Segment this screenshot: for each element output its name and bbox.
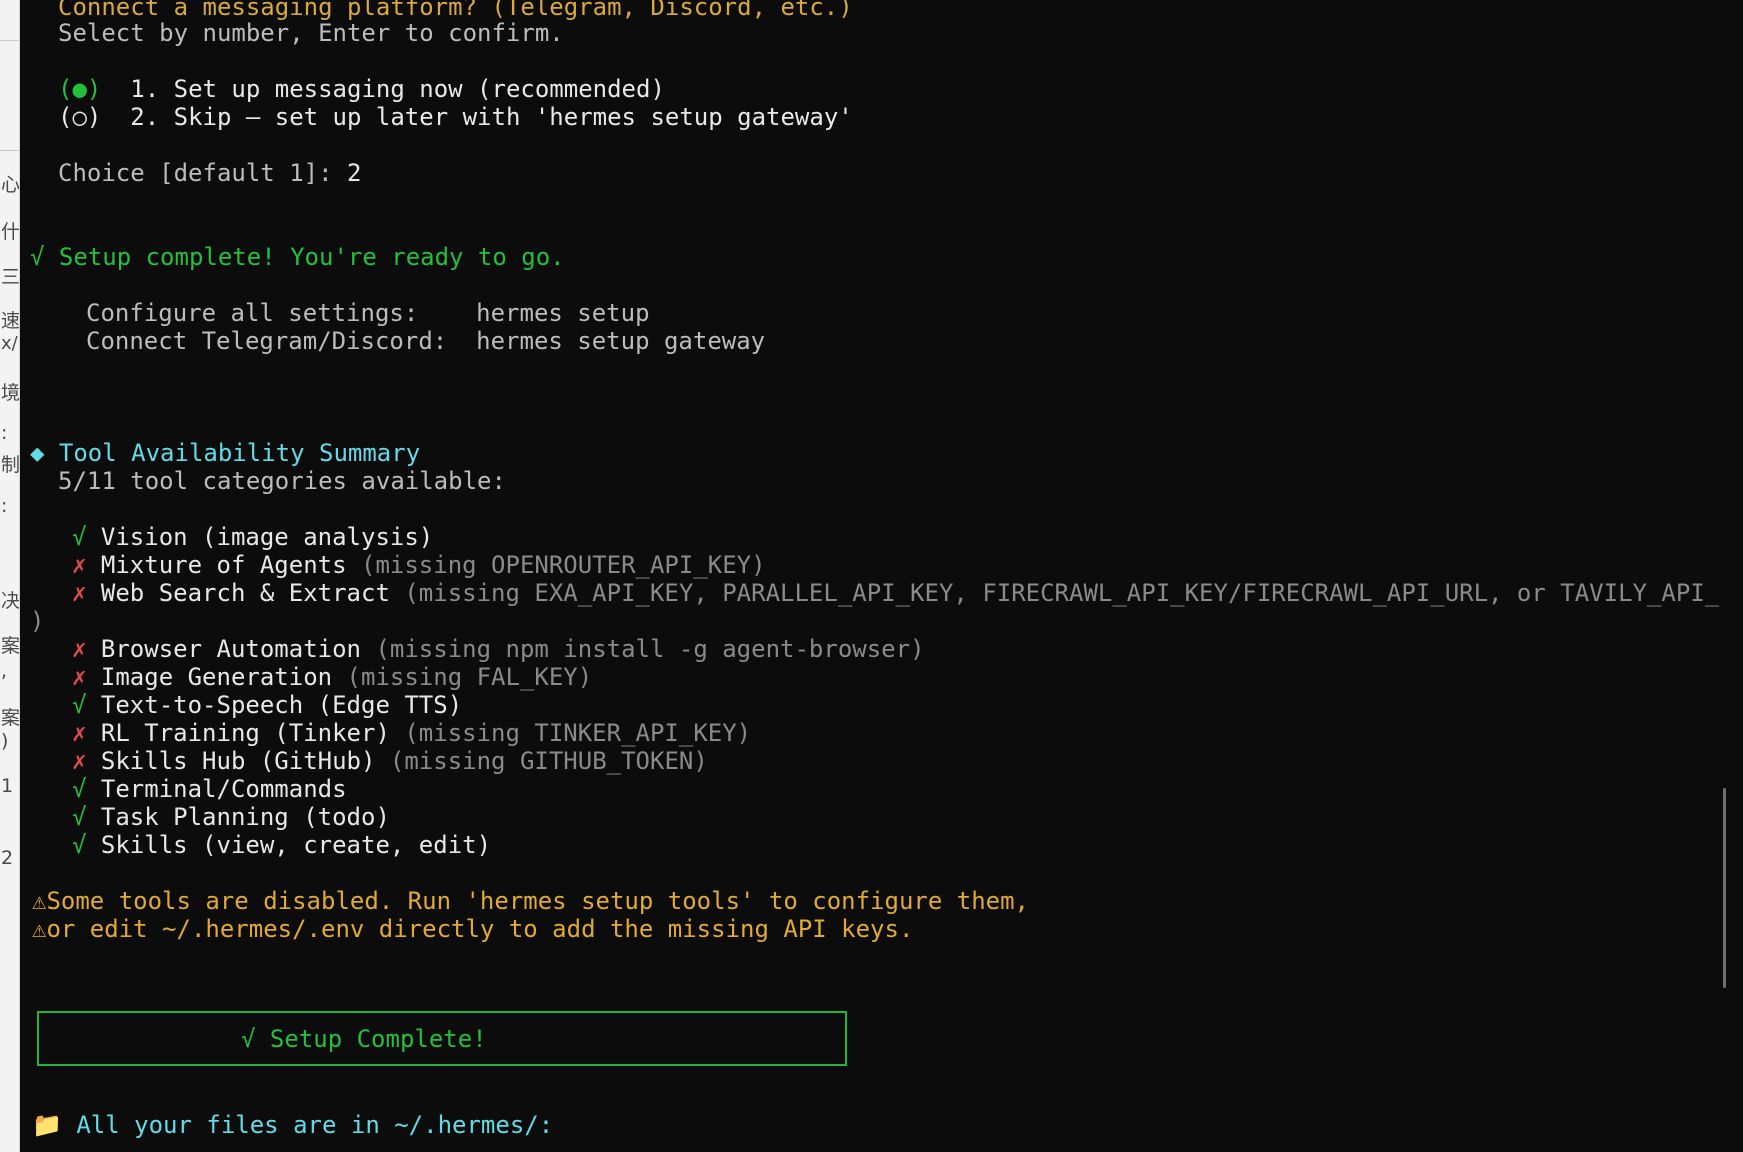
tool-row: √ Terminal/Commands <box>72 775 347 803</box>
warning-text: Some tools are disabled. Run 'hermes set… <box>46 887 1029 915</box>
tool-name: Terminal/Commands <box>100 775 347 803</box>
check-icon: √ <box>72 831 87 859</box>
check-icon: √ <box>72 775 87 803</box>
sidebar-glyph: 1 <box>1 775 14 797</box>
check-icon: √ <box>72 691 87 719</box>
option-1[interactable]: (●) 1. Set up messaging now (recommended… <box>58 75 665 103</box>
diamond-icon: ◆ <box>30 439 45 467</box>
cross-icon: ✗ <box>72 663 87 691</box>
warning-text: or edit ~/.hermes/.env directly to add t… <box>46 915 914 943</box>
tool-row: ✗ Mixture of Agents (missing OPENROUTER_… <box>72 551 766 579</box>
setup-complete-message: Setup complete! You're ready to go. <box>58 243 565 271</box>
check-icon: √ <box>72 523 87 551</box>
tool-note: (missing EXA_API_KEY, PARALLEL_API_KEY, … <box>404 579 1731 607</box>
tool-name: Skills (view, create, edit) <box>100 831 492 859</box>
scrollbar-thumb[interactable] <box>1723 788 1726 988</box>
tool-row: √ Vision (image analysis) <box>72 523 433 551</box>
tool-name: Vision (image analysis) <box>100 523 434 551</box>
scrollbar[interactable] <box>1719 0 1731 1152</box>
settings-command: hermes setup gateway <box>476 327 766 355</box>
radio-unselected-icon: (○) <box>58 103 102 131</box>
settings-command: hermes setup <box>476 299 650 327</box>
settings-row: Configure all settings: hermes setup <box>86 299 650 327</box>
check-icon: √ <box>30 243 45 271</box>
choice-input[interactable]: 2 <box>347 159 361 187</box>
files-text: All your files are in ~/.hermes/: <box>76 1111 554 1139</box>
option-2-label: 2. Skip — set up later with 'hermes setu… <box>130 103 853 131</box>
tool-name: Browser Automation <box>100 635 361 663</box>
summary-heading: ◆ Tool Availability Summary <box>30 439 420 467</box>
tool-name: RL Training (Tinker) <box>100 719 390 747</box>
cross-icon: ✗ <box>72 579 87 607</box>
radio-selected-icon: (●) <box>58 75 102 103</box>
warning-icon: ⚠ <box>32 887 47 915</box>
sidebar-glyph: 案 <box>1 635 20 657</box>
tool-note-wrap: ) <box>30 607 45 635</box>
folder-icon: 📁 <box>32 1111 62 1139</box>
tool-row: √ Task Planning (todo) <box>72 803 390 831</box>
sidebar-glyph: 心 <box>1 174 20 196</box>
sidebar-glyph: 速 <box>1 310 20 332</box>
tool-note: (missing npm install -g agent-browser) <box>375 635 925 663</box>
tool-row: ✗ Web Search & Extract (missing EXA_API_… <box>72 579 1731 607</box>
sidebar-glyph: 2 <box>1 847 14 869</box>
setup-complete-banner: √ Setup Complete! <box>37 1011 847 1066</box>
choice-line: Choice [default 1]: 2 <box>58 159 361 187</box>
sidebar-glyph: : <box>1 495 8 517</box>
prompt-hint: Select by number, Enter to confirm. <box>58 19 564 47</box>
tool-row: ✗ Browser Automation (missing npm instal… <box>72 635 925 663</box>
tool-row: ✗ Skills Hub (GitHub) (missing GITHUB_TO… <box>72 747 708 775</box>
sidebar-glyph: , <box>1 660 8 682</box>
choice-label: Choice [default 1]: <box>58 159 347 187</box>
sidebar-glyph: : <box>1 422 8 444</box>
prompt-title: Connect a messaging platform? (Telegram,… <box>58 0 853 21</box>
background-window-edge: 心 什 三 速 x/r 境 : 制 : 决 案 , 案 ) 1 2 <box>0 0 20 1152</box>
cross-icon: ✗ <box>72 635 87 663</box>
option-2[interactable]: (○) 2. Skip — set up later with 'hermes … <box>58 103 853 131</box>
sidebar-glyph: 三 <box>1 266 20 288</box>
tool-note: (missing TINKER_API_KEY) <box>404 719 752 747</box>
settings-label: Configure all settings: <box>86 299 419 327</box>
tool-row: ✗ RL Training (Tinker) (missing TINKER_A… <box>72 719 751 747</box>
tool-row: √ Skills (view, create, edit) <box>72 831 491 859</box>
tool-name: Image Generation <box>100 663 333 691</box>
warning-line: ⚠Some tools are disabled. Run 'hermes se… <box>32 887 1029 915</box>
divider <box>0 150 19 151</box>
sidebar-glyph: 境 <box>1 382 20 404</box>
divider <box>0 40 19 41</box>
warning-icon: ⚠ <box>32 915 47 943</box>
settings-label: Connect Telegram/Discord: <box>86 327 448 355</box>
tool-name: Mixture of Agents <box>100 551 347 579</box>
sidebar-glyph: 决 <box>1 590 20 612</box>
summary-title: Tool Availability Summary <box>58 439 421 467</box>
sidebar-glyph: ) <box>1 730 9 752</box>
sidebar-glyph: x/r <box>1 333 19 354</box>
cross-icon: ✗ <box>72 551 87 579</box>
warning-line: ⚠or edit ~/.hermes/.env directly to add … <box>32 915 913 943</box>
banner-text: √ Setup Complete! <box>241 1025 487 1053</box>
tool-note: (missing FAL_KEY) <box>346 663 593 691</box>
tool-name: Text-to-Speech (Edge TTS) <box>100 691 463 719</box>
tool-note: (missing OPENROUTER_API_KEY) <box>361 551 766 579</box>
files-line: 📁 All your files are in ~/.hermes/: <box>32 1111 553 1139</box>
setup-complete-line: √ Setup complete! You're ready to go. <box>30 243 565 271</box>
tool-name: Skills Hub (GitHub) <box>100 747 376 775</box>
settings-row: Connect Telegram/Discord: hermes setup g… <box>86 327 765 355</box>
cross-icon: ✗ <box>72 719 87 747</box>
summary-count: 5/11 tool categories available: <box>58 467 506 495</box>
tool-name: Task Planning (todo) <box>100 803 390 831</box>
option-1-label: 1. Set up messaging now (recommended) <box>130 75 665 103</box>
sidebar-glyph: 案 <box>1 707 20 729</box>
terminal-output[interactable]: Connect a messaging platform? (Telegram,… <box>20 0 1731 1152</box>
tool-name: Web Search & Extract <box>100 579 390 607</box>
sidebar-glyph: 制 <box>1 454 20 476</box>
tool-row: ✗ Image Generation (missing FAL_KEY) <box>72 663 592 691</box>
cross-icon: ✗ <box>72 747 87 775</box>
tool-row: √ Text-to-Speech (Edge TTS) <box>72 691 462 719</box>
sidebar-glyph: 什 <box>1 221 20 243</box>
tool-note: (missing GITHUB_TOKEN) <box>389 747 708 775</box>
check-icon: √ <box>72 803 87 831</box>
